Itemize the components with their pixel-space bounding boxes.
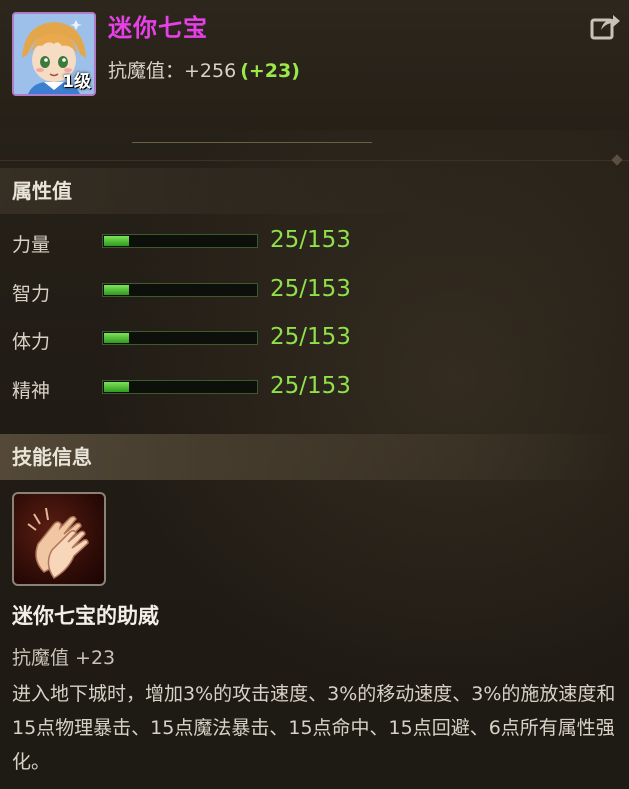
item-name: 迷你七宝 (108, 14, 208, 42)
attributes-section-title: 属性值 (0, 168, 629, 214)
avatar: 1级 (12, 12, 96, 96)
attribute-value: 25/153 (270, 276, 351, 302)
item-main-stat: 抗魔值：+256 (+23) (108, 56, 300, 83)
attribute-value: 25/153 (270, 324, 351, 350)
attribute-progress-fill (104, 285, 129, 295)
skill-description: 进入地下城时，增加3%的攻击速度、3%的移动速度、3%的施放速度和15点物理暴击… (12, 683, 616, 773)
attribute-name: 体力 (12, 331, 51, 353)
header-divider (132, 142, 372, 143)
item-tooltip-panel: 1级 迷你七宝 抗魔值：+256 (+23) 属性值 力量 25/153 智力 2… (0, 0, 629, 789)
attribute-progress-fill (104, 333, 129, 343)
share-button[interactable] (589, 12, 621, 42)
attribute-progress-fill (104, 236, 129, 246)
section-separator (0, 160, 629, 161)
attribute-row: 精神 25/153 (0, 372, 629, 408)
share-icon (590, 15, 620, 40)
skill-stat: 抗魔值 +23 (12, 647, 116, 669)
attribute-value: 25/153 (270, 227, 351, 253)
attribute-row: 力量 25/153 (0, 226, 629, 262)
separator-ornament (611, 154, 623, 166)
skills-section-title: 技能信息 (0, 434, 629, 480)
stat-value: +256 (184, 60, 237, 82)
attribute-progress-bar (102, 234, 258, 248)
attribute-progress-fill (104, 382, 129, 392)
stat-bonus: (+23) (240, 60, 300, 82)
attribute-name: 智力 (12, 283, 51, 305)
attribute-progress-bar (102, 283, 258, 297)
attribute-progress-bar (102, 331, 258, 345)
attribute-progress-bar (102, 380, 258, 394)
item-header: 1级 迷你七宝 抗魔值：+256 (+23) (0, 0, 629, 130)
skill-name: 迷你七宝的助威 (12, 604, 159, 628)
attribute-row: 智力 25/153 (0, 275, 629, 311)
level-badge: 1级 (62, 72, 91, 92)
skill-icon-frame (12, 492, 106, 586)
attribute-row: 体力 25/153 (0, 323, 629, 359)
attribute-name: 精神 (12, 380, 51, 402)
stat-label: 抗魔值： (108, 60, 185, 82)
attribute-value: 25/153 (270, 373, 351, 399)
clapping-hands-icon (27, 507, 89, 579)
attribute-name: 力量 (12, 234, 51, 256)
